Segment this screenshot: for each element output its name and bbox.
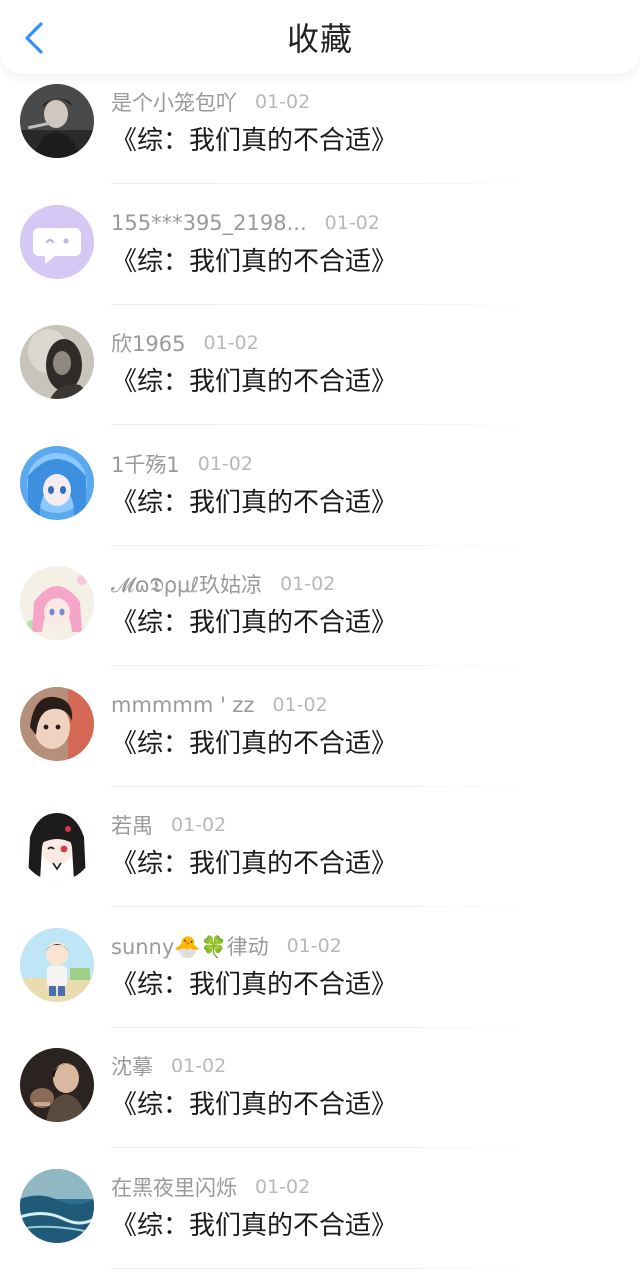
date: 01-02 <box>255 91 310 113</box>
date: 01-02 <box>287 935 342 957</box>
divider <box>111 183 541 184</box>
list-item[interactable]: 沈摹 01-02 《综：我们真的不合适》 <box>0 1038 640 1159</box>
page-title: 收藏 <box>0 0 640 74</box>
list-item[interactable]: mmmmm ' zz 01-02 《综：我们真的不合适》 <box>0 677 640 798</box>
novel-title: 《综：我们真的不合适》 <box>111 1086 397 1124</box>
novel-title: 《综：我们真的不合适》 <box>111 243 397 281</box>
divider <box>111 545 541 546</box>
username: 𝓜ɷ𝕯ρμℓ玖姑凉 <box>111 569 262 599</box>
novel-title: 《综：我们真的不合适》 <box>111 725 397 763</box>
date: 01-02 <box>272 694 327 716</box>
list-item[interactable]: 若禺 01-02 《综：我们真的不合适》 <box>0 797 640 918</box>
avatar[interactable] <box>20 205 94 279</box>
novel-title: 《综：我们真的不合适》 <box>111 1207 397 1245</box>
divider <box>111 1027 541 1028</box>
novel-title: 《综：我们真的不合适》 <box>111 122 397 160</box>
list-item[interactable]: 𝓜ɷ𝕯ρμℓ玖姑凉 01-02 《综：我们真的不合适》 <box>0 556 640 677</box>
avatar[interactable] <box>20 325 94 399</box>
top-bar: 收藏 <box>0 0 640 74</box>
list-item[interactable]: 在黑夜里闪烁 01-02 《综：我们真的不合适》 <box>0 1159 640 1279</box>
novel-title: 《综：我们真的不合适》 <box>111 966 397 1004</box>
avatar[interactable] <box>20 446 94 520</box>
list-item[interactable]: sunny🐣🍀律动 01-02 《综：我们真的不合适》 <box>0 918 640 1039</box>
username: 若禺 <box>111 810 153 840</box>
username: 沈摹 <box>111 1051 153 1081</box>
date: 01-02 <box>255 1176 310 1198</box>
divider <box>111 1268 541 1269</box>
list-item[interactable]: 欣1965 01-02 《综：我们真的不合适》 <box>0 315 640 436</box>
chevron-left-icon <box>22 20 46 56</box>
novel-title: 《综：我们真的不合适》 <box>111 363 397 401</box>
favorites-list: 是个小笼包吖 01-02 《综：我们真的不合适》 155***395_2198.… <box>0 74 640 1279</box>
username: sunny🐣🍀律动 <box>111 931 269 961</box>
username: mmmmm ' zz <box>111 693 254 717</box>
avatar[interactable] <box>20 1169 94 1243</box>
back-button[interactable] <box>14 16 54 60</box>
divider <box>111 424 541 425</box>
avatar[interactable] <box>20 687 94 761</box>
novel-title: 《综：我们真的不合适》 <box>111 845 397 883</box>
username: 在黑夜里闪烁 <box>111 1172 237 1202</box>
divider <box>111 906 541 907</box>
list-item[interactable]: 155***395_2198... 01-02 《综：我们真的不合适》 <box>0 195 640 316</box>
username: 1千殇1 <box>111 449 180 479</box>
date: 01-02 <box>280 573 335 595</box>
date: 01-02 <box>198 453 253 475</box>
list-item[interactable]: 是个小笼包吖 01-02 《综：我们真的不合适》 <box>0 74 640 195</box>
date: 01-02 <box>203 332 258 354</box>
divider <box>111 665 541 666</box>
date: 01-02 <box>325 212 380 234</box>
date: 01-02 <box>171 814 226 836</box>
avatar[interactable] <box>20 807 94 881</box>
avatar[interactable] <box>20 928 94 1002</box>
username: 155***395_2198... <box>111 211 307 235</box>
divider <box>111 1147 541 1148</box>
novel-title: 《综：我们真的不合适》 <box>111 484 397 522</box>
username: 是个小笼包吖 <box>111 87 237 117</box>
date: 01-02 <box>171 1055 226 1077</box>
avatar[interactable] <box>20 84 94 158</box>
username: 欣1965 <box>111 328 185 358</box>
avatar[interactable] <box>20 566 94 640</box>
divider <box>111 304 541 305</box>
novel-title: 《综：我们真的不合适》 <box>111 604 397 642</box>
avatar[interactable] <box>20 1048 94 1122</box>
list-item[interactable]: 1千殇1 01-02 《综：我们真的不合适》 <box>0 436 640 557</box>
divider <box>111 786 541 787</box>
